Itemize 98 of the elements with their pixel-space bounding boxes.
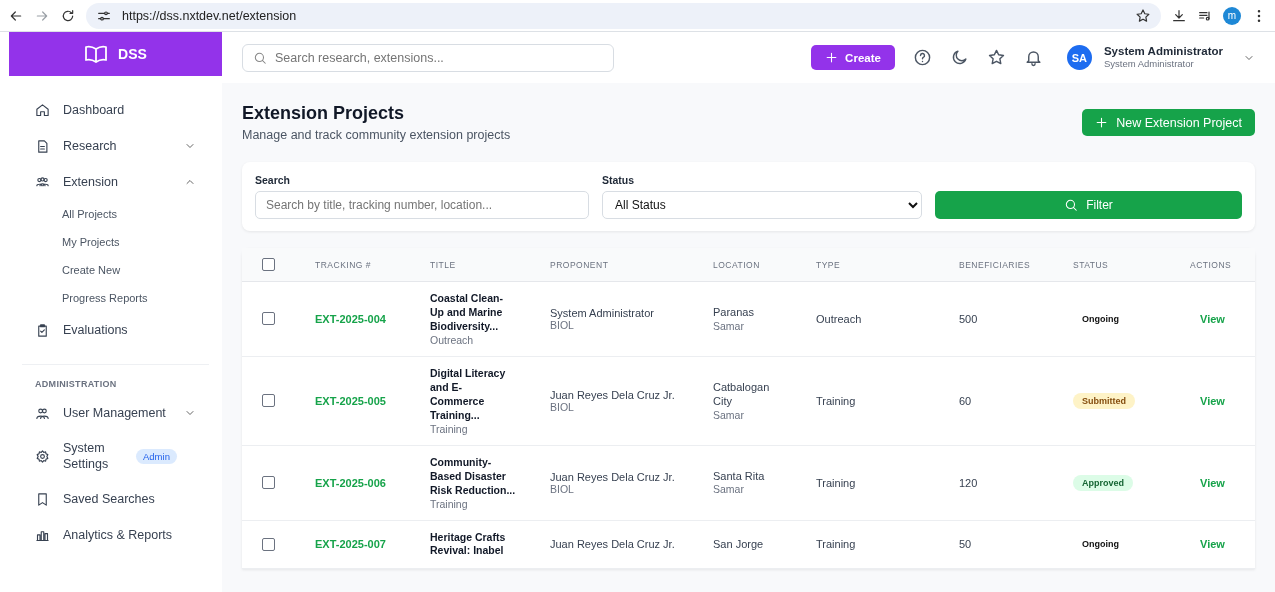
column-header[interactable]: TYPE [816,259,841,270]
page-title: Extension Projects [242,103,406,124]
app-logo[interactable]: DSS [9,32,222,76]
beneficiaries-count: 120 [959,476,978,489]
users-icon [35,405,50,421]
column-header[interactable]: STATUS [1073,259,1109,270]
beneficiaries-count: 500 [959,312,978,325]
create-button[interactable]: Create [811,45,895,70]
location: Catbalogan City [713,381,771,409]
nav-item[interactable]: User Management [63,406,171,420]
user-name: System Administrator [1103,45,1223,59]
download-icon[interactable] [1171,7,1187,24]
user-avatar[interactable]: SA [1066,45,1092,70]
section-heading: ADMINISTRATION [35,379,118,389]
department: BIOL [550,400,575,413]
nav-item[interactable]: Analytics & Reports [63,528,196,542]
clipboard-icon [35,322,50,338]
department: BIOL [550,318,574,331]
new-project-button[interactable]: New Extension Project [1082,109,1255,136]
column-header[interactable]: TRACKING # [315,259,371,270]
bookmark-icon [35,491,50,507]
column-header[interactable]: PROPONENT [550,259,609,270]
address-bar[interactable]: https://dss.nxtdev.net/extension [122,8,297,23]
book-icon [84,44,109,64]
region: Samar [713,408,745,421]
home-icon [35,102,50,118]
search-field[interactable]: Search by title, tracking number, location... [255,191,589,219]
project-title: Community-Based Disaster Risk Reduction... [430,455,516,498]
nav-item[interactable]: Saved Searches [63,492,196,506]
bookmark-star-icon[interactable] [1135,7,1151,24]
project-type: Training [816,394,856,407]
doc-icon [35,138,50,154]
nav-item[interactable]: System Settings [63,439,123,473]
nav-item[interactable]: Research [63,139,171,153]
search-icon [1064,198,1079,212]
column-header[interactable]: TITLE [430,259,456,270]
proponent-name: Juan Reyes Dela Cruz Jr. [550,538,675,551]
nav-item[interactable]: Extension [63,175,171,189]
project-type: Outreach [816,312,862,325]
project-type: Training [816,538,856,551]
project-title: Coastal Clean-Up and Marine Biodiversity... [430,292,504,334]
user-role: System Administrator [1103,58,1195,70]
tracking-number[interactable]: EXT-2025-007 [315,538,386,551]
status-badge: Submitted [1073,392,1135,409]
row-checkbox[interactable] [262,394,275,408]
location: Santa Rita [713,469,766,484]
row-checkbox[interactable] [262,312,275,326]
view-link[interactable]: View [1200,476,1225,489]
field-label: Status [602,174,636,186]
reload-icon[interactable] [60,7,76,24]
department: BIOL [550,482,575,495]
select-all-checkbox[interactable] [262,258,275,271]
status-label: Ongoing [1081,312,1119,326]
row-checkbox[interactable] [262,476,275,490]
plus-icon [825,51,839,64]
beneficiaries-count: 60 [959,394,972,407]
tracking-number[interactable]: EXT-2025-006 [315,476,386,489]
nav-item[interactable]: Evaluations [63,323,196,337]
project-category: Outreach [430,333,475,346]
beneficiaries-count: 50 [959,538,972,551]
profile-avatar[interactable]: m [1223,6,1241,25]
admin-badge: Admin [136,448,177,464]
column-header[interactable]: LOCATION [713,259,760,270]
star-icon[interactable] [986,48,1006,67]
search-icon [253,50,267,65]
project-category: Training [430,422,469,435]
view-link[interactable]: View [1200,538,1225,551]
project-title: Digital Literacy and E-Commerce Training... [430,366,507,423]
view-link[interactable]: View [1200,312,1225,325]
proponent-name: Juan Reyes Dela Cruz Jr. [550,388,675,401]
project-type: Training [816,476,856,489]
gear-icon [35,448,50,464]
proponent-name: System Administrator [550,306,654,319]
nav-subitem[interactable]: My Projects [35,228,196,256]
proponent-name: Juan Reyes Dela Cruz Jr. [550,470,675,483]
tracking-number[interactable]: EXT-2025-005 [315,394,386,407]
field-label: Search [255,174,292,186]
project-title: Heritage Crafts Revival: Inabel [430,530,507,559]
status-badge: Approved [1073,474,1133,491]
filter-button[interactable]: Filter [935,191,1242,219]
tracking-number[interactable]: EXT-2025-004 [315,312,386,325]
row-checkbox[interactable] [262,538,275,551]
page-subtitle: Manage and track community extension projects [242,128,511,142]
region: Samar [713,319,745,332]
view-link[interactable]: View [1200,394,1225,407]
project-category: Training [430,497,469,510]
location: San Jorge [713,537,765,552]
nav-item[interactable]: Dashboard [63,103,196,117]
status-dropdown[interactable]: All Status [602,191,922,219]
region: Samar [713,483,745,496]
search-field[interactable]: Search research, extensions... [242,43,614,72]
help-icon[interactable] [912,48,932,67]
nav-subitem[interactable]: Create New [35,256,196,284]
nav-subitem[interactable]: All Projects [35,200,196,228]
location: Paranas [713,306,755,320]
nav-subitem[interactable]: Progress Reports [35,284,196,312]
plus-icon [1095,116,1109,129]
status-label: Ongoing [1081,538,1119,552]
